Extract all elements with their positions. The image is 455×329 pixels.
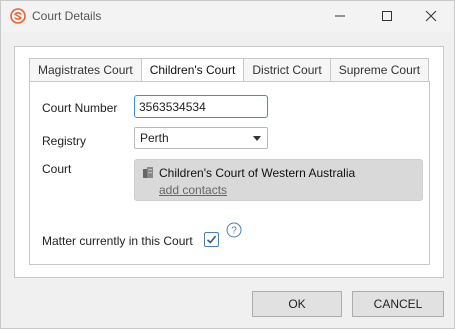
- ok-button[interactable]: OK: [252, 291, 342, 317]
- registry-select[interactable]: Perth: [134, 127, 268, 149]
- maximize-button[interactable]: [378, 7, 396, 25]
- help-icon[interactable]: ?: [226, 222, 242, 238]
- registry-label: Registry: [42, 134, 87, 148]
- tab-supreme-court[interactable]: Supreme Court: [330, 58, 430, 82]
- court-details-window: Court Details Magistrates Court Children…: [0, 0, 455, 329]
- chevron-down-icon: [253, 136, 261, 141]
- matter-current-checkbox[interactable]: [204, 232, 219, 247]
- matter-current-label: Matter currently in this Court: [42, 234, 193, 248]
- cancel-button[interactable]: CANCEL: [352, 291, 444, 317]
- registry-value: Perth: [140, 131, 169, 145]
- tab-content: Court Number Registry Perth Court Childr…: [29, 81, 430, 265]
- court-name: Children's Court of Western Australia: [159, 166, 356, 180]
- close-button[interactable]: [422, 7, 440, 25]
- court-details-panel: Magistrates Court Children's Court Distr…: [14, 46, 444, 278]
- app-logo-icon: [10, 8, 26, 24]
- tab-childrens-court[interactable]: Children's Court: [141, 58, 245, 82]
- window-title: Court Details: [32, 9, 102, 23]
- building-icon: [143, 167, 153, 178]
- court-info-box: Children's Court of Western Australia ad…: [134, 159, 423, 201]
- court-tabs: Magistrates Court Children's Court Distr…: [29, 58, 430, 82]
- tab-magistrates-court[interactable]: Magistrates Court: [29, 58, 142, 82]
- minimize-button[interactable]: [331, 7, 349, 25]
- add-contacts-link[interactable]: add contacts: [159, 183, 227, 197]
- svg-text:?: ?: [231, 226, 237, 237]
- checkmark-icon: [206, 235, 217, 244]
- maximize-icon: [382, 11, 392, 21]
- close-icon: [425, 10, 437, 22]
- court-number-input[interactable]: [134, 95, 268, 118]
- title-bar: Court Details: [1, 1, 454, 32]
- tab-district-court[interactable]: District Court: [244, 58, 331, 82]
- court-label: Court: [42, 162, 72, 176]
- court-number-label: Court Number: [42, 101, 118, 115]
- minimize-icon: [335, 15, 345, 17]
